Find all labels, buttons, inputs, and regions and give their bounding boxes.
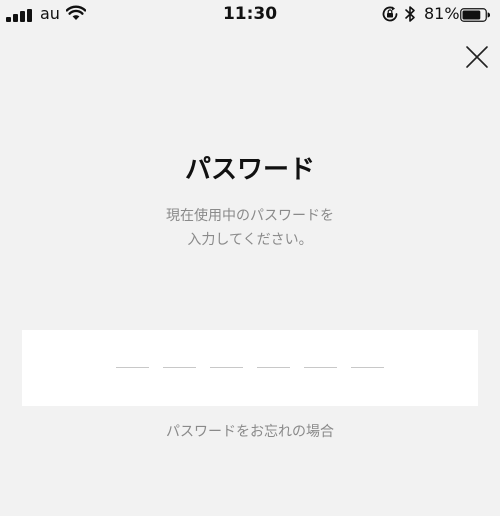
code-digit-slot <box>304 367 337 368</box>
password-input[interactable] <box>22 330 478 406</box>
forgot-password-link[interactable]: パスワードをお忘れの場合 <box>0 421 500 443</box>
instruction-line: 現在使用中のパスワードを <box>166 208 334 224</box>
code-digit-slot <box>116 367 149 368</box>
page-title: パスワード <box>184 155 315 185</box>
instruction-text: 現在使用中のパスワードを 入力してください。 <box>0 204 500 252</box>
bluetooth-icon <box>405 6 415 22</box>
status-bar: au 11:30 81% <box>0 0 500 28</box>
battery-icon <box>460 7 491 22</box>
battery-percent: 81% <box>424 4 460 23</box>
rotation-lock-icon <box>382 6 398 22</box>
instruction-line: 入力してください。 <box>187 232 313 248</box>
code-digit-slot <box>351 367 384 368</box>
code-digit-slot <box>257 367 290 368</box>
code-digit-slot <box>163 367 196 368</box>
close-icon[interactable] <box>462 42 492 72</box>
code-digit-slot <box>210 367 243 368</box>
